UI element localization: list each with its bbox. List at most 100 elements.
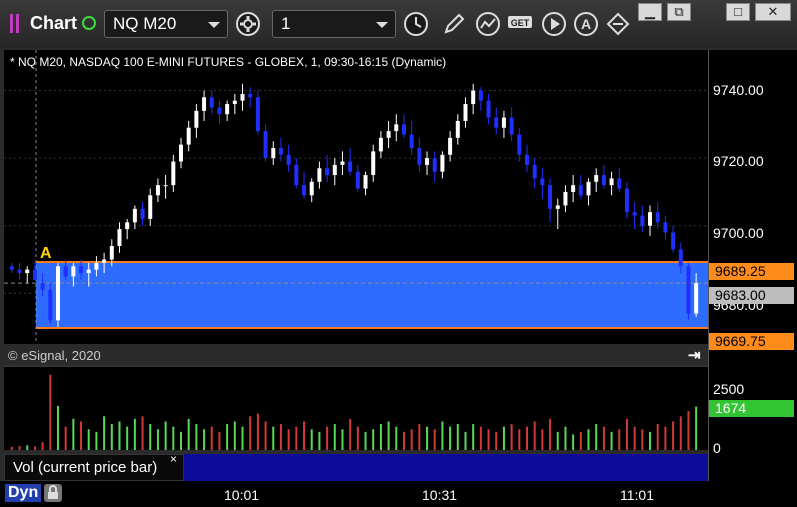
candle-body [163, 185, 168, 187]
clock-icon[interactable] [402, 10, 430, 38]
candle-body [455, 120, 460, 138]
volume-bar [526, 426, 528, 450]
volume-bar [364, 431, 367, 450]
candle-body [501, 117, 506, 128]
close-study-icon[interactable]: × [170, 452, 177, 466]
volume-bar [180, 431, 182, 450]
volume-panel[interactable] [4, 367, 708, 450]
candle-body [694, 283, 699, 314]
candle-body [478, 90, 483, 101]
chart-app-icon [10, 14, 19, 33]
candle-body [401, 124, 406, 135]
candle-body [217, 107, 222, 115]
volume-bar [172, 426, 175, 450]
volume-bar [18, 446, 21, 450]
dynamic-mode-button[interactable]: Dyn [5, 484, 42, 502]
annotate-a-icon[interactable]: A [572, 10, 600, 38]
lock-icon[interactable] [44, 484, 62, 502]
candle-body [601, 175, 606, 186]
volume-bar [326, 426, 329, 450]
volume-bar [379, 424, 382, 450]
volume-bar [279, 424, 282, 450]
pencil-icon[interactable] [440, 10, 468, 38]
candle-body [109, 246, 114, 260]
volume-bar [272, 426, 275, 450]
candle-body [248, 93, 253, 98]
lower-level-badge: 9669.75 [709, 333, 794, 350]
volume-bar [64, 426, 67, 450]
volume-bar [387, 421, 390, 450]
volume-bar [349, 418, 352, 450]
volume-bar [587, 429, 590, 450]
candle-body [425, 158, 430, 165]
volume-bar [695, 406, 698, 450]
volume-bar [233, 421, 236, 450]
volume-bar [372, 429, 375, 450]
time-axis[interactable] [0, 481, 797, 507]
candle-body [540, 178, 545, 186]
volume-bar [472, 424, 475, 450]
volume-bar [318, 431, 321, 450]
annotation-marker-a[interactable]: A [40, 245, 52, 263]
volume-bar [49, 374, 52, 450]
candle-body [663, 222, 668, 233]
candle-body [655, 212, 660, 223]
volume-bar [203, 429, 206, 450]
volume-bar [541, 429, 544, 450]
volume-study-label[interactable]: Vol (current price bar) [4, 454, 184, 481]
volume-bar [341, 429, 344, 450]
link-status-icon[interactable] [82, 16, 96, 30]
candle-body [340, 161, 345, 165]
restore-button[interactable]: ⧉ [667, 3, 691, 21]
scroll-end-icon[interactable]: ⇥ [688, 346, 701, 364]
maximize-button[interactable]: □ [726, 3, 750, 21]
flip-icon[interactable] [604, 10, 632, 38]
candle-body [286, 154, 291, 165]
candle-body [55, 266, 60, 321]
symbol-select[interactable]: NQ M20 [104, 10, 228, 38]
volume-bar [410, 429, 413, 450]
close-button[interactable]: ✕ [755, 3, 791, 21]
candle-body [432, 158, 437, 172]
candle-body [155, 185, 160, 196]
minimize-button[interactable]: ▁ [638, 3, 662, 21]
candle-body [371, 151, 376, 176]
volume-study-strip [184, 454, 708, 481]
candle-body [294, 164, 299, 186]
volume-bar [672, 421, 675, 450]
candle-body [271, 148, 276, 159]
upper-level-badge: 9689.25 [709, 263, 794, 280]
volume-bar [80, 421, 83, 450]
volume-bar [641, 429, 644, 450]
candle-body [578, 185, 583, 196]
volume-bar [126, 426, 129, 450]
study-icon[interactable] [474, 10, 502, 38]
candle-body [117, 229, 122, 246]
volume-bar [502, 426, 505, 450]
volume-bar [656, 424, 659, 450]
candle-body [255, 97, 260, 132]
interval-select[interactable]: 1 [272, 10, 396, 38]
volume-badge: 1674 [709, 400, 794, 417]
candle-body [140, 208, 145, 219]
candle-body [17, 269, 22, 274]
volume-bar [679, 416, 682, 450]
candle-body [71, 266, 76, 277]
candle-body [186, 127, 191, 145]
volume-bar [133, 418, 136, 450]
candle-body [86, 269, 91, 274]
volume-bar [518, 429, 521, 450]
candle-body [9, 266, 14, 270]
candle-body [79, 266, 84, 274]
price-chart[interactable] [4, 50, 708, 344]
volume-bar [287, 429, 290, 450]
play-icon[interactable] [540, 10, 568, 38]
candle-body [686, 266, 691, 314]
get-icon[interactable]: GET [506, 10, 534, 38]
candle-body [102, 259, 107, 263]
volume-bar [441, 421, 444, 450]
candle-body [532, 164, 537, 179]
settings-gear-icon[interactable] [234, 10, 262, 38]
candle-body [386, 131, 391, 138]
candle-body [440, 154, 445, 172]
